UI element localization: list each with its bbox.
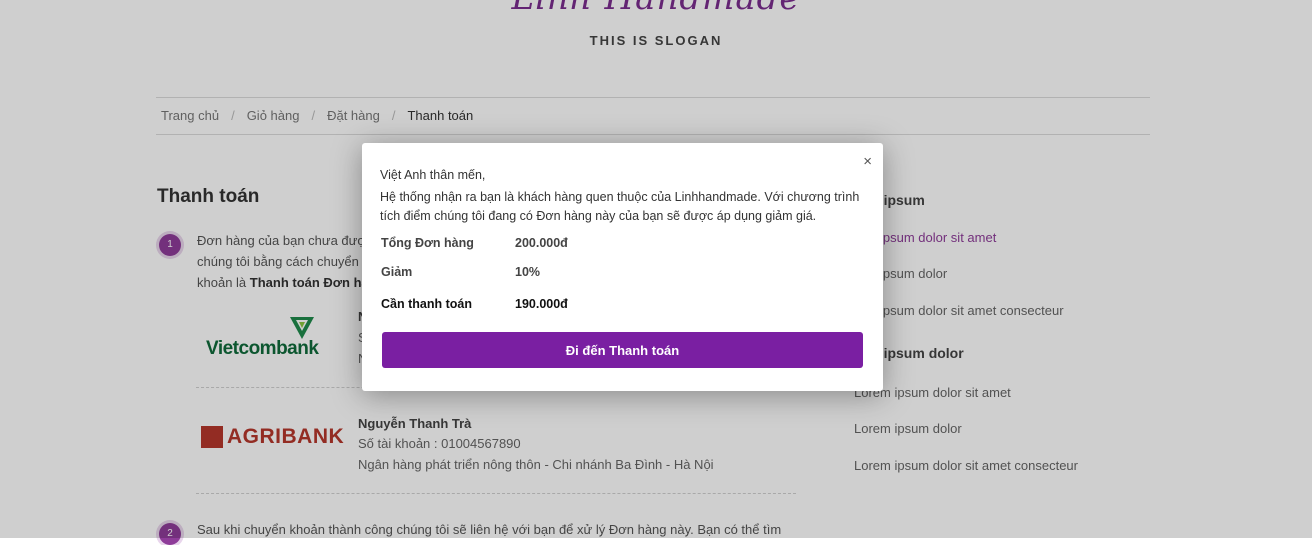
amount-due-label: Cần thanh toán	[381, 297, 472, 311]
discount-modal: × Việt Anh thân mến, Hệ thống nhận ra bạ…	[362, 143, 883, 391]
amount-due-value: 190.000đ	[515, 297, 568, 311]
close-icon[interactable]: ×	[863, 153, 872, 170]
discount-value: 10%	[515, 265, 541, 279]
modal-greeting: Việt Anh thân mến,	[380, 168, 486, 182]
order-total-label: Tổng Đơn hàng	[381, 236, 474, 250]
discount-label: Giảm	[381, 265, 413, 279]
modal-message: Hệ thống nhận ra bạn là khách hàng quen …	[380, 190, 860, 223]
go-to-payment-button[interactable]: Đi đến Thanh toán	[382, 332, 863, 368]
order-total-value: 200.000đ	[515, 236, 568, 250]
